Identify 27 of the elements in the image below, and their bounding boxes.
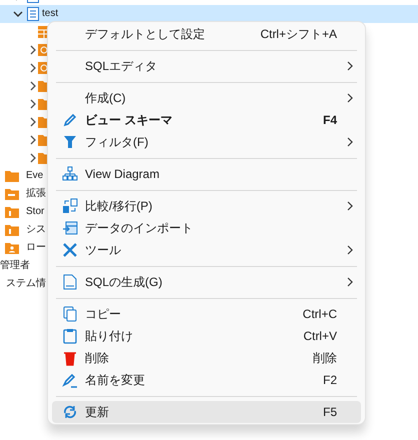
tree-item-label[interactable]: ロー: [26, 243, 46, 253]
copy-icon: [62, 306, 78, 322]
tree-item-label[interactable]: 管理者: [0, 261, 30, 271]
refresh-icon: [62, 404, 78, 420]
tree-item-label[interactable]: Stor: [26, 207, 44, 217]
import-icon: [62, 220, 78, 236]
tree-item-label[interactable]: ステム情: [6, 279, 46, 289]
info-folder-icon: [5, 206, 19, 218]
schema-icon: [26, 7, 38, 21]
tree-item-label[interactable]: 拡張: [26, 189, 46, 199]
pen-icon: [62, 372, 78, 388]
chevron-down-icon[interactable]: [12, 10, 22, 18]
folder-icon: [5, 170, 19, 182]
trash-icon: [62, 350, 78, 366]
tree-item-label[interactable]: Eve: [26, 171, 44, 181]
tree-item-label[interactable]: test: [42, 9, 58, 19]
info-folder-icon: [5, 224, 19, 236]
hierarchy-icon: [62, 166, 78, 182]
tree-item-label[interactable]: シス: [26, 225, 46, 235]
pencil-icon: [62, 112, 78, 128]
sql-file-icon: [62, 274, 78, 290]
clipboard-icon: [62, 328, 78, 344]
menu-item[interactable]: 更新 F5: [52, 401, 361, 423]
user-folder-icon: [5, 242, 19, 254]
filter-icon: [62, 134, 78, 150]
compare-icon: [62, 198, 78, 214]
wrench-folder-icon: [5, 188, 19, 200]
